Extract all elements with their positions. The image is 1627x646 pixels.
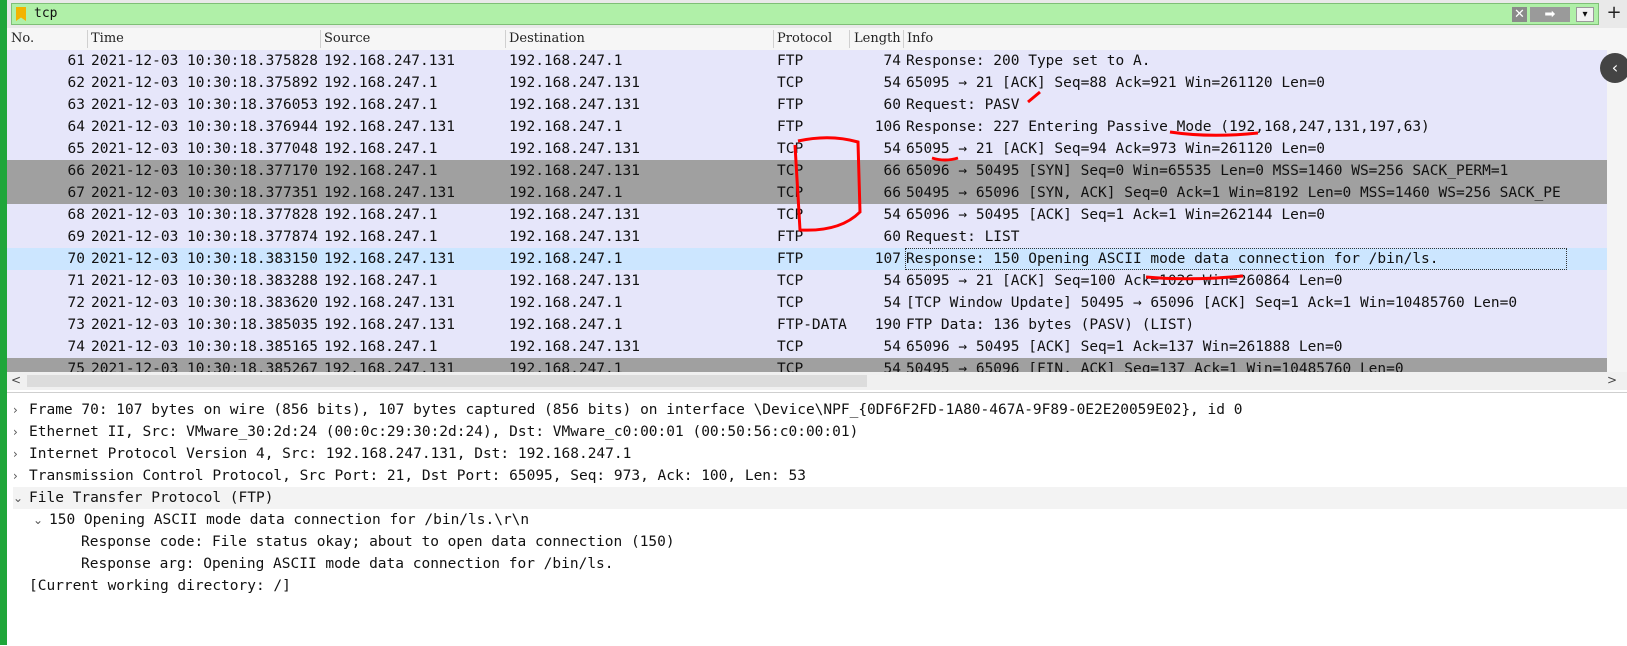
annotation-circle-tcp — [793, 136, 862, 232]
annotation-underline-ascii — [1145, 274, 1244, 281]
annotation-tick-pasv — [1027, 90, 1041, 104]
hand-drawn-annotations — [793, 90, 1259, 281]
annotation-underline-port — [931, 156, 959, 162]
annotation-underline-passive-mode — [1169, 130, 1259, 137]
